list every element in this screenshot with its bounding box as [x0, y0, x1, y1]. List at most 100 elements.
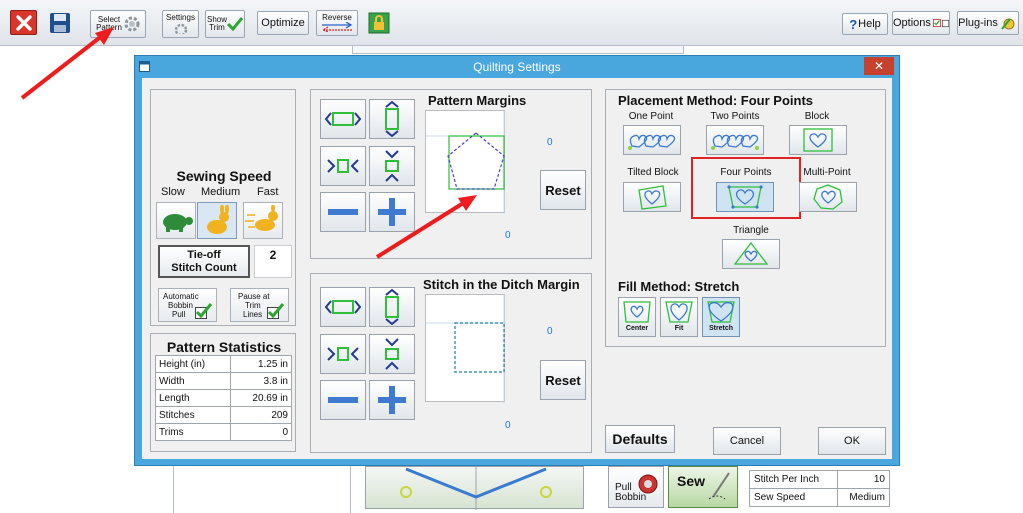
ditch-margin-title: Stitch in the Ditch Margin	[423, 277, 580, 292]
fill-fit-button[interactable]: Fit	[660, 297, 698, 337]
margin-widen-button[interactable]	[320, 99, 366, 139]
quilting-settings-dialog: Quilting Settings ✕ Sewing Speed Slow Me…	[134, 55, 900, 466]
sewing-speed-panel: Sewing Speed Slow Medium Fast Tie-off St…	[150, 89, 296, 326]
shrink-horizontal-icon	[327, 347, 359, 361]
help-label: Help	[858, 17, 881, 30]
two-points-label: Two Points	[710, 111, 760, 122]
expand-vertical-icon	[385, 101, 399, 137]
tilted-heart-icon	[638, 185, 667, 210]
shrink-horizontal-icon	[327, 159, 359, 173]
fill-fit-icon	[665, 301, 693, 323]
block-button[interactable]	[789, 125, 847, 155]
minus-icon	[328, 209, 358, 215]
ditch-increase-button[interactable]	[369, 380, 415, 420]
speed-medium-label: Medium	[201, 186, 241, 198]
one-point-button[interactable]	[623, 125, 681, 155]
stat-label: Trims	[154, 423, 232, 441]
show-trim-button[interactable]: Show Trim	[205, 10, 245, 38]
pattern-statistics-table: Height (in) 1.25 in Width 3.8 in Length 20.…	[154, 355, 292, 441]
auto-bobbin-label-1: Automatic	[163, 292, 199, 301]
stat-label: Height (in)	[154, 355, 232, 373]
sewing-speed-title: Sewing Speed	[176, 168, 272, 184]
close-app-button[interactable]	[10, 10, 37, 35]
one-point-label: One Point	[628, 111, 674, 122]
defaults-button[interactable]: Defaults	[605, 425, 675, 453]
speed-fast-button[interactable]	[243, 202, 283, 239]
margin-shorten-button[interactable]	[369, 146, 415, 186]
margin-heighten-button[interactable]	[369, 99, 415, 139]
table-row: Stitch Per Inch 10	[749, 470, 890, 489]
sew-speed-label: Sew Speed	[749, 488, 838, 507]
checkmark-icon	[267, 303, 285, 319]
ditch-narrow-button[interactable]	[320, 334, 366, 374]
fill-fit-label: Fit	[674, 325, 684, 332]
two-points-button[interactable]	[706, 125, 764, 155]
ditch-margin-preview	[425, 294, 506, 403]
margin-right-value: 0	[547, 137, 553, 148]
multi-point-button[interactable]	[799, 182, 857, 212]
ditch-margin-panel: Stitch in the Ditch Margin 0 0 Reset	[310, 273, 592, 453]
heart-row-icon	[711, 134, 759, 150]
reverse-button[interactable]: Reverse	[316, 10, 358, 36]
ditch-widen-button[interactable]	[320, 287, 366, 327]
settings-button[interactable]: Settings	[162, 10, 199, 38]
ditch-reset-button[interactable]: Reset	[540, 360, 586, 400]
tilted-block-button[interactable]	[623, 182, 681, 212]
ditch-decrease-button[interactable]	[320, 380, 366, 420]
optimize-button[interactable]: Optimize	[257, 11, 309, 35]
lock-button[interactable]	[366, 10, 392, 35]
cancel-button[interactable]: Cancel	[713, 427, 781, 455]
reverse-label: Reverse	[322, 13, 352, 22]
pause-at-trim-lines-toggle[interactable]: Pause at Trim Lines	[230, 288, 289, 322]
stat-value: 209	[230, 406, 292, 424]
select-pattern-button[interactable]: Select Pattern	[90, 10, 146, 38]
speed-slow-button[interactable]	[156, 202, 196, 239]
triangle-button[interactable]	[722, 239, 780, 269]
stat-value: 0	[230, 423, 292, 441]
options-button[interactable]: Options	[892, 11, 950, 35]
margin-narrow-button[interactable]	[320, 146, 366, 186]
pattern-strip	[352, 46, 684, 54]
pause-trim-label-1: Pause at	[238, 292, 270, 301]
ditch-shorten-button[interactable]	[369, 334, 415, 374]
tieoff-stitch-count-button[interactable]: Tie-off Stitch Count	[158, 245, 250, 278]
ditch-preview-graphic	[426, 295, 506, 403]
options-label: Options	[893, 16, 931, 29]
fill-center-button[interactable]: Center	[618, 297, 656, 337]
help-button[interactable]: ? Help	[842, 13, 888, 35]
pull-bobbin-button[interactable]: Pull Bobbin	[608, 466, 664, 508]
dialog-close-button[interactable]: ✕	[864, 57, 894, 75]
sew-speed-value[interactable]: Medium	[837, 488, 890, 507]
automatic-bobbin-pull-toggle[interactable]: Automatic Bobbin Pull	[158, 288, 217, 322]
checkmark-icon	[195, 303, 213, 319]
checked-box-icon	[932, 19, 941, 27]
dialog-title: Quilting Settings	[473, 60, 561, 74]
sew-info-table: Stitch Per Inch 10 Sew Speed Medium	[749, 470, 890, 507]
speed-medium-button[interactable]	[197, 202, 237, 239]
multi-point-heart-icon	[813, 184, 843, 210]
margin-increase-button[interactable]	[369, 192, 415, 232]
puzzle-gear-icon	[1001, 18, 1015, 30]
sew-button[interactable]: Sew	[668, 466, 738, 508]
gear-icon	[124, 16, 140, 32]
stat-label: Length	[154, 389, 232, 407]
pattern-preview-graphic	[426, 111, 506, 214]
margin-reset-button[interactable]: Reset	[540, 170, 586, 210]
ditch-right-value: 0	[547, 326, 553, 337]
fill-center-label: Center	[625, 325, 649, 332]
plugins-button[interactable]: Plug-ins	[957, 11, 1019, 35]
placement-method-title: Placement Method: Four Points	[618, 93, 814, 108]
question-mark-icon: ?	[849, 16, 858, 32]
save-button[interactable]	[47, 10, 73, 35]
placement-method-panel: Placement Method: Four Points One Point …	[605, 89, 886, 347]
ditch-heighten-button[interactable]	[369, 287, 415, 327]
margin-decrease-button[interactable]	[320, 192, 366, 232]
ditch-bottom-value: 0	[505, 420, 511, 431]
fill-stretch-button[interactable]: Stretch	[702, 297, 740, 337]
stitch-per-inch-value[interactable]: 10	[837, 470, 890, 489]
ok-button[interactable]: OK	[818, 427, 886, 455]
tieoff-stitch-count-input[interactable]: 2	[254, 245, 292, 278]
stat-value: 1.25 in	[230, 355, 292, 373]
tieoff-label-2: Stitch Count	[171, 261, 237, 274]
fill-stretch-label: Stretch	[708, 325, 734, 332]
